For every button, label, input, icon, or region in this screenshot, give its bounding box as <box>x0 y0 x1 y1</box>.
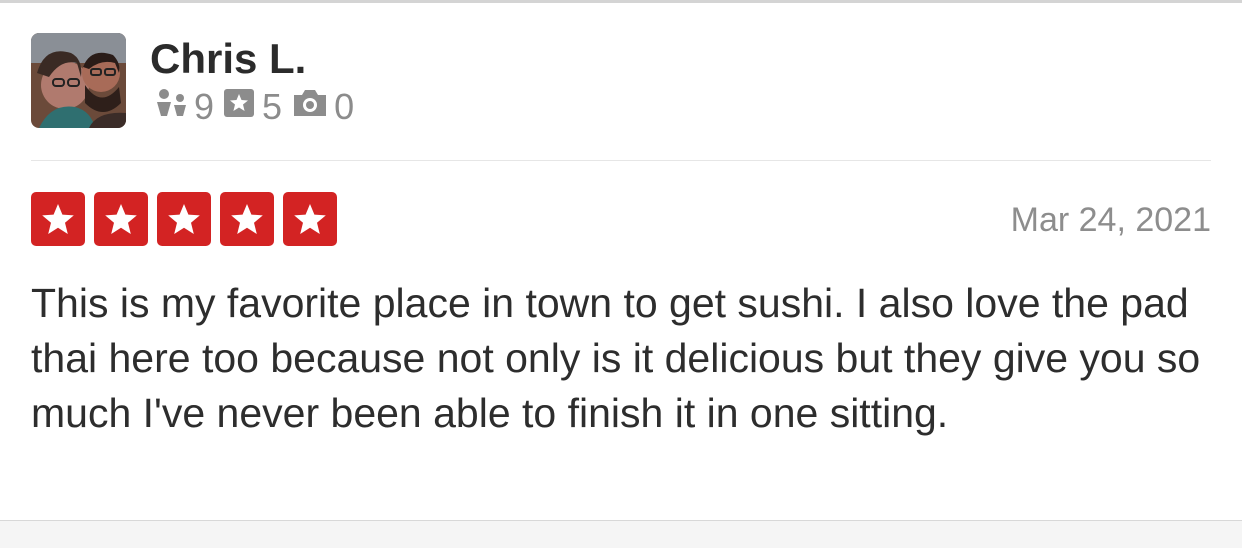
review-text: This is my favorite place in town to get… <box>31 280 1201 436</box>
bottom-divider <box>0 520 1242 548</box>
star-2 <box>94 192 148 246</box>
star-rating <box>31 192 346 246</box>
reviews-count: 5 <box>262 86 283 127</box>
star-4 <box>220 192 274 246</box>
reviewer-name[interactable]: Chris L. <box>150 34 306 84</box>
star-icon <box>168 204 200 234</box>
star-1 <box>31 192 85 246</box>
header-divider <box>31 160 1211 161</box>
avatar-photo <box>31 33 126 128</box>
star-icon <box>231 204 263 234</box>
camera-icon <box>290 86 330 129</box>
avatar[interactable] <box>31 33 126 128</box>
top-divider <box>0 0 1242 3</box>
review-star-icon <box>222 86 258 129</box>
star-icon <box>294 204 326 234</box>
photos-count: 0 <box>334 86 355 127</box>
friends-stat: 9 <box>154 86 222 129</box>
friends-icon <box>154 86 190 129</box>
star-icon <box>42 204 74 234</box>
star-icon <box>105 204 137 234</box>
photos-stat: 0 <box>290 86 362 129</box>
reviews-stat: 5 <box>222 86 290 129</box>
review-date: Mar 24, 2021 <box>1010 201 1211 239</box>
friends-count: 9 <box>194 86 215 127</box>
reviewer-stats: 9 5 0 <box>154 87 362 127</box>
star-3 <box>157 192 211 246</box>
star-5 <box>283 192 337 246</box>
